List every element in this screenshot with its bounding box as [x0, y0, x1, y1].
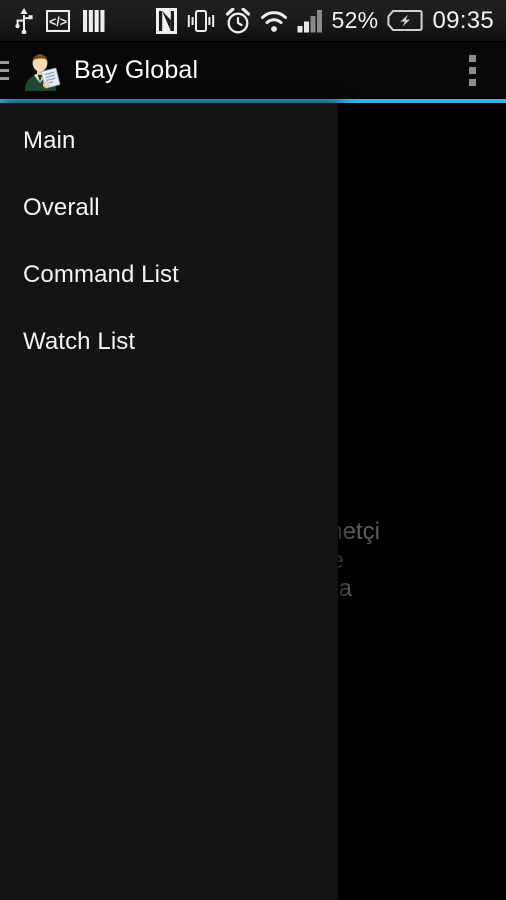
- developer-options-icon: </>: [46, 9, 70, 32]
- overflow-menu-icon[interactable]: [461, 49, 484, 92]
- page-title: Bay Global: [74, 56, 199, 84]
- status-bar-right-icons: 52% 09:35: [155, 6, 506, 34]
- drawer-item-label: Main: [23, 126, 76, 154]
- drawer-item-label: Command List: [23, 260, 179, 288]
- hamburger-icon[interactable]: [0, 42, 10, 99]
- signal-icon: [297, 9, 322, 32]
- drawer-item-label: Watch List: [23, 327, 136, 355]
- drawer-item-command-list[interactable]: Command List: [0, 241, 338, 308]
- drawer-item-label: Overall: [23, 193, 100, 221]
- alarm-icon: [225, 7, 250, 33]
- action-bar: Bay Global: [0, 42, 506, 99]
- sim-bars-icon: [83, 9, 105, 32]
- status-bar: </> 52% 09:35: [0, 0, 506, 42]
- status-clock: 09:35: [432, 6, 494, 34]
- battery-percent-label: 52%: [331, 7, 379, 33]
- drawer-item-overall[interactable]: Overall: [0, 174, 338, 241]
- svg-text:</>: </>: [49, 15, 67, 29]
- nfc-icon: [155, 7, 177, 34]
- businessman-documents-icon: [18, 49, 62, 93]
- drawer-item-watch-list[interactable]: Watch List: [0, 308, 338, 375]
- drawer-item-list: Main Overall Command List Watch List: [0, 103, 338, 375]
- phone-screen: </> 52% 09:35 Bay Global Denetçi Main Ov…: [0, 0, 506, 900]
- status-bar-left-icons: </>: [0, 7, 106, 34]
- wifi-icon: [260, 10, 287, 32]
- battery-charging-icon: [387, 10, 424, 31]
- navigation-drawer: Main Overall Command List Watch List: [0, 103, 338, 900]
- drawer-item-main[interactable]: Main: [0, 107, 338, 174]
- usb-icon: [15, 7, 33, 34]
- vibrate-icon: [187, 9, 214, 32]
